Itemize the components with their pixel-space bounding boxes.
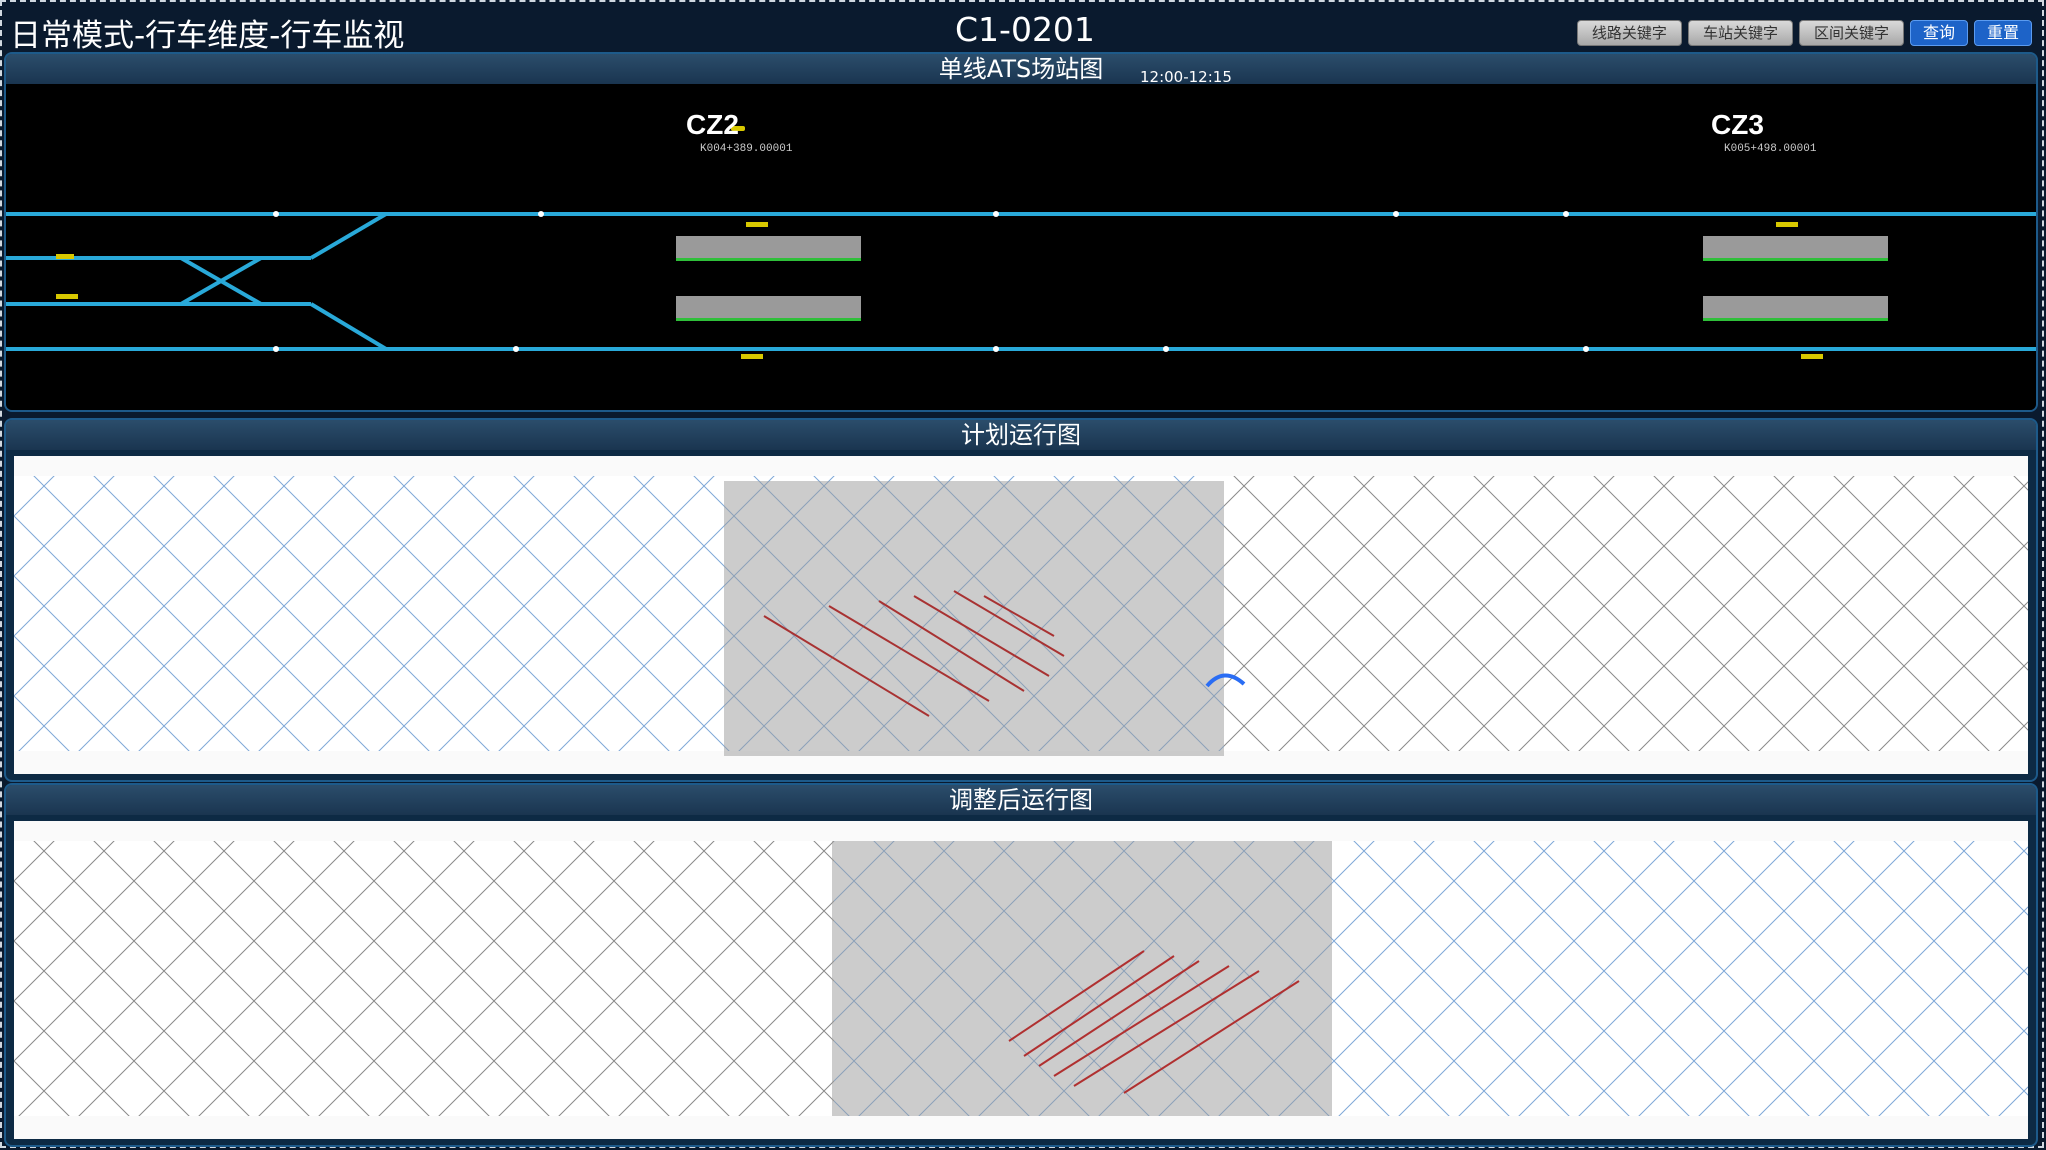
plan-gray-traces (1224, 476, 2028, 751)
adjusted-selected-window (832, 841, 1332, 1116)
page-title: 日常模式-行车维度-行车监视 (10, 18, 405, 54)
plan-panel-header: 计划运行图 (6, 420, 2036, 450)
adjusted-gray-traces (14, 841, 834, 1116)
line-keyword-button[interactable]: 线路关键字 (1576, 20, 1682, 46)
plan-graph-svg (14, 476, 2028, 756)
query-button[interactable]: 查询 (1909, 20, 1968, 46)
ats-panel-title: 单线ATS场站图 (938, 55, 1104, 83)
station-cz3-name: CZ3 (1711, 109, 1764, 140)
ats-track-diagram: CZ2 K004+389.00001 CZ3 K005+498.00001 (6, 109, 2036, 359)
adjusted-graph-svg (14, 841, 2028, 1116)
ats-station-panel: 单线ATS场站图 12:00-12:15 CZ2 K004+389.00001 … (4, 52, 2038, 412)
toolbar: 线路关键字 车站关键字 区间关键字 查询 重置 (1576, 20, 2032, 46)
station-cz2-mileage: K004+389.00001 (700, 143, 793, 155)
cz2-lower-platform (676, 296, 861, 318)
station-cz3-mileage: K005+498.00001 (1724, 143, 1817, 155)
track-nodes (273, 211, 1589, 352)
plan-train-graph[interactable] (14, 456, 2028, 774)
station-cz2-name: CZ2 (686, 109, 739, 140)
line-code: C1-0201 (955, 10, 1095, 49)
cz3-upper-platform (1703, 236, 1888, 258)
siding-switch-upper (309, 212, 388, 260)
station-keyword-button[interactable]: 车站关键字 (1687, 20, 1793, 46)
plan-panel-title: 计划运行图 (961, 421, 1081, 449)
reset-button[interactable]: 重置 (1973, 20, 2032, 46)
ats-panel-header: 单线ATS场站图 12:00-12:15 (6, 54, 2036, 86)
cz3-lower-platform (1703, 296, 1888, 318)
signal-markers (56, 126, 1823, 359)
adjusted-chart-panel: 调整后运行图 (4, 783, 2038, 1147)
adjusted-train-graph[interactable] (14, 821, 2028, 1139)
adjusted-panel-title: 调整后运行图 (949, 786, 1093, 814)
cz2-upper-platform (676, 236, 861, 258)
siding-switch-lower (309, 302, 388, 351)
plan-chart-panel: 计划运行图 (4, 418, 2038, 782)
plan-selected-window (724, 481, 1224, 756)
ats-diagram: CZ2 K004+389.00001 CZ3 K005+498.00001 (6, 84, 2036, 410)
adjusted-panel-header: 调整后运行图 (6, 785, 2036, 815)
top-bar: 日常模式-行车维度-行车监视 C1-0201 线路关键字 车站关键字 区间关键字… (0, 0, 2046, 54)
section-keyword-button[interactable]: 区间关键字 (1798, 20, 1904, 46)
